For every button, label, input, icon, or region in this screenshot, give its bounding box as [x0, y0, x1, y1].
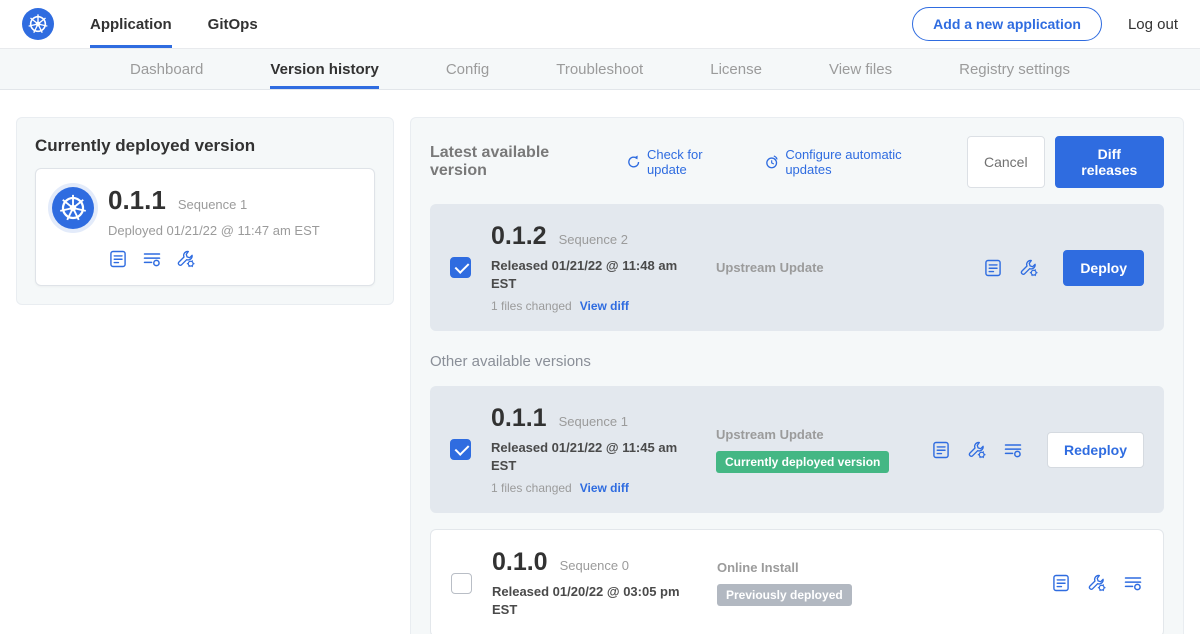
version-checkbox[interactable]	[450, 257, 471, 278]
kubernetes-app-icon	[52, 187, 94, 229]
subnav-tab-troubleshoot[interactable]: Troubleshoot	[556, 49, 643, 89]
deploy-logs-icon[interactable]	[142, 249, 162, 269]
subnav-tab-registry-settings[interactable]: Registry settings	[959, 49, 1070, 89]
redeploy-button[interactable]: Redeploy	[1047, 432, 1144, 468]
edit-config-icon[interactable]	[967, 440, 987, 460]
version-source-label: Upstream Update	[716, 427, 911, 442]
version-row: 0.1.0 Sequence 0 Released 01/20/22 @ 03:…	[430, 529, 1164, 634]
version-row: 0.1.2 Sequence 2 Released 01/21/22 @ 11:…	[430, 204, 1164, 331]
other-available-versions-title: Other available versions	[430, 353, 1164, 370]
log-out-link[interactable]: Log out	[1128, 16, 1178, 33]
version-checkbox[interactable]	[450, 439, 471, 460]
deployed-version-number: 0.1.1	[108, 185, 166, 216]
top-nav: Application GitOps Add a new application…	[0, 0, 1200, 49]
version-source-label: Upstream Update	[716, 260, 911, 275]
version-checkbox[interactable]	[451, 573, 472, 594]
top-nav-tabs: Application GitOps	[90, 0, 258, 48]
sequence-label: Sequence 0	[560, 558, 629, 573]
sequence-label: Sequence 1	[559, 414, 628, 429]
edit-config-icon[interactable]	[1019, 258, 1039, 278]
release-notes-icon[interactable]	[1051, 573, 1071, 593]
deploy-logs-icon[interactable]	[1003, 440, 1023, 460]
currently-deployed-card: Currently deployed version 0.1.1 Sequenc…	[16, 117, 394, 305]
subnav-tab-dashboard[interactable]: Dashboard	[130, 49, 203, 89]
release-notes-icon[interactable]	[983, 258, 1003, 278]
subnav-tab-view-files[interactable]: View files	[829, 49, 892, 89]
edit-config-icon[interactable]	[1087, 573, 1107, 593]
version-row: 0.1.1 Sequence 1 Released 01/21/22 @ 11:…	[430, 386, 1164, 513]
release-notes-icon[interactable]	[108, 249, 128, 269]
view-diff-link[interactable]: View diff	[580, 299, 629, 313]
files-changed-label: 1 files changed	[491, 481, 572, 495]
add-new-application-button[interactable]: Add a new application	[912, 7, 1102, 41]
currently-deployed-title: Currently deployed version	[17, 118, 393, 168]
available-versions-panel: Latest available version Check for updat…	[410, 117, 1184, 634]
subnav-tab-license[interactable]: License	[710, 49, 762, 89]
kubernetes-logo-icon	[22, 8, 54, 40]
version-number: 0.1.1	[491, 404, 547, 433]
refresh-icon	[626, 154, 641, 170]
files-changed-label: 1 files changed	[491, 299, 572, 313]
edit-config-icon[interactable]	[176, 249, 196, 269]
diff-releases-button[interactable]: Diff releases	[1055, 136, 1164, 188]
released-timestamp: Released 01/21/22 @ 11:45 am EST	[491, 439, 683, 474]
released-timestamp: Released 01/20/22 @ 03:05 pm EST	[492, 583, 684, 618]
sequence-label: Sequence 2	[559, 232, 628, 247]
deployed-version-card: 0.1.1 Sequence 1 Deployed 01/21/22 @ 11:…	[35, 168, 375, 286]
view-diff-link[interactable]: View diff	[580, 481, 629, 495]
subnav-tab-version-history[interactable]: Version history	[270, 49, 378, 89]
latest-available-title: Latest available version	[430, 144, 604, 180]
clock-update-icon	[764, 154, 779, 170]
main-content: Currently deployed version 0.1.1 Sequenc…	[0, 90, 1200, 634]
version-source-label: Online Install	[717, 560, 912, 575]
released-timestamp: Released 01/21/22 @ 11:48 am EST	[491, 257, 683, 292]
subnav-tab-config[interactable]: Config	[446, 49, 489, 89]
app-sub-nav: Dashboard Version history Config Trouble…	[0, 49, 1200, 90]
deploy-button[interactable]: Deploy	[1063, 250, 1144, 286]
tab-application[interactable]: Application	[90, 0, 172, 48]
configure-automatic-updates-link[interactable]: Configure automatic updates	[764, 147, 945, 177]
cancel-button[interactable]: Cancel	[967, 136, 1045, 188]
version-number: 0.1.2	[491, 222, 547, 251]
deployed-timestamp: Deployed 01/21/22 @ 11:47 am EST	[108, 223, 320, 238]
deployed-sequence-label: Sequence 1	[178, 197, 247, 212]
currently-deployed-badge: Currently deployed version	[716, 451, 889, 473]
release-notes-icon[interactable]	[931, 440, 951, 460]
check-for-update-link[interactable]: Check for update	[626, 147, 742, 177]
previously-deployed-badge: Previously deployed	[717, 584, 852, 606]
version-number: 0.1.0	[492, 548, 548, 577]
deploy-logs-icon[interactable]	[1123, 573, 1143, 593]
tab-gitops[interactable]: GitOps	[208, 0, 258, 48]
